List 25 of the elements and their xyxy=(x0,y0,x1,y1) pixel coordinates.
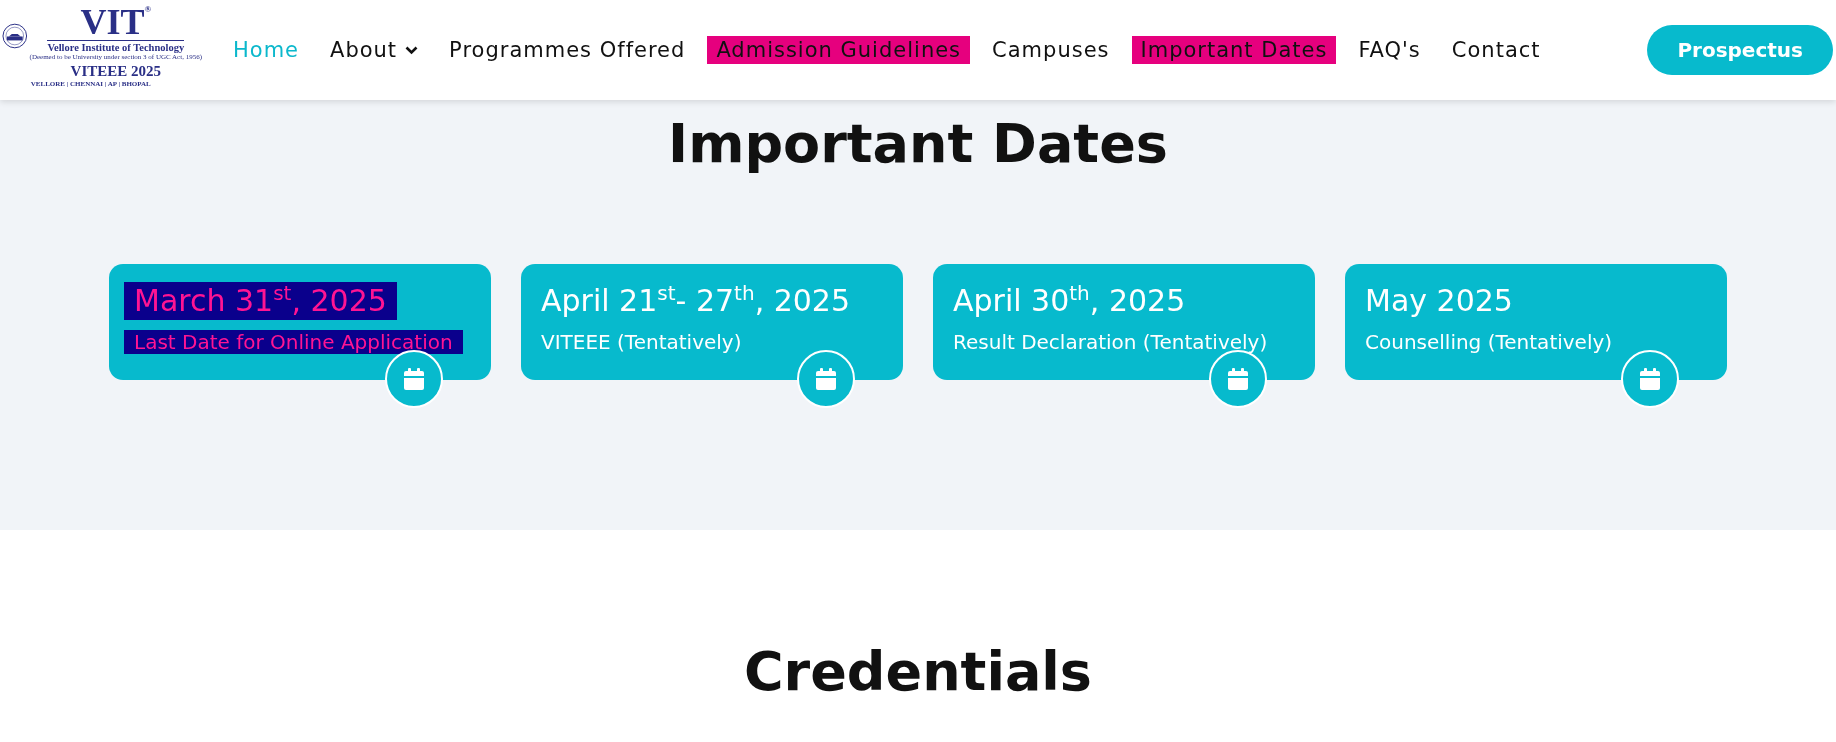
date-text: May 2025 xyxy=(1365,282,1513,320)
nav-link[interactable]: Programmes Offered xyxy=(440,36,695,64)
calendar-icon xyxy=(1640,368,1660,390)
date-text: March 31$^{st}$, 2025 xyxy=(124,282,397,320)
date-text: April 30$^{th}$, 2025 xyxy=(953,282,1186,320)
registered-mark: ® xyxy=(144,4,152,14)
logo-title: VIT xyxy=(80,4,145,40)
nav-link[interactable]: About xyxy=(321,36,428,64)
nav-link[interactable]: Contact xyxy=(1442,36,1550,64)
event-text: Counselling (Tentatively) xyxy=(1365,330,1613,354)
calendar-icon xyxy=(816,368,836,390)
date-text: April 21$^{st}$- 27$^{th}$, 2025 xyxy=(541,282,851,320)
nav-link[interactable]: FAQ's xyxy=(1349,36,1430,64)
exam-title: VITEEE 2025 xyxy=(70,63,161,80)
event-text: Last Date for Online Application xyxy=(124,330,463,354)
section-title: Important Dates xyxy=(668,112,1168,176)
nav-link[interactable]: Important Dates xyxy=(1131,36,1337,64)
section-title: Credentials xyxy=(744,640,1092,704)
calendar-icon xyxy=(1228,368,1248,390)
nav-link[interactable]: Campuses xyxy=(983,36,1119,64)
calendar-icon xyxy=(404,368,424,390)
institute-name: Vellore Institute of Technology xyxy=(47,40,185,53)
nav-link[interactable]: Admission Guidelines xyxy=(707,36,971,64)
event-text: Result Declaration (Tentatively) xyxy=(953,330,1268,354)
event-text: VITEEE (Tentatively) xyxy=(541,330,742,354)
